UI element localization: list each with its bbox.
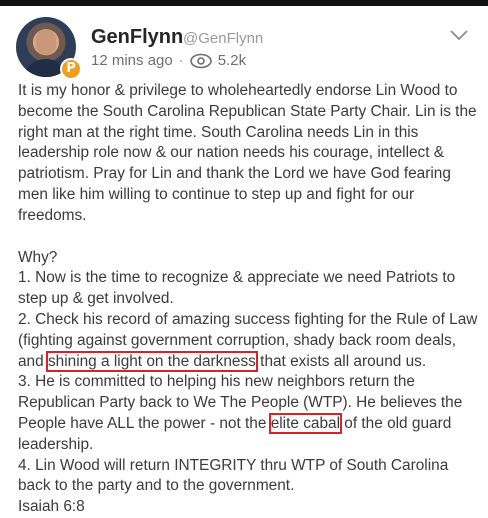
chevron-down-icon[interactable] — [449, 28, 469, 42]
point-3: 3. He is committed to helping his new ne… — [18, 372, 484, 455]
point-4: 4. Lin Wood will return INTEGRITY thru W… — [18, 456, 449, 495]
author-name[interactable]: GenFlynn — [91, 26, 183, 49]
post-paragraph: It is my honor & privilege to wholeheart… — [18, 82, 477, 224]
avatar-face — [36, 29, 56, 55]
view-count: 5.2k — [217, 52, 247, 69]
platform-badge-icon: P — [60, 58, 82, 80]
post-body: It is my honor & privilege to wholeheart… — [18, 81, 484, 518]
highlighted-phrase: elite cabal — [268, 412, 343, 434]
author-handle[interactable]: @GenFlynn — [183, 30, 263, 47]
point-2: 2. Check his record of amazing success f… — [18, 310, 484, 372]
why-heading: Why? — [18, 248, 58, 266]
highlighted-phrase: shining a light on the darkness — [45, 350, 258, 372]
post-meta: 12 mins ago · 5.2k — [91, 52, 246, 69]
post-time[interactable]: 12 mins ago — [91, 52, 173, 69]
scripture-reference: Isaiah 6:8 — [18, 498, 85, 516]
point-2-text-end: that exists all around us. — [255, 352, 427, 370]
point-1: 1. Now is the time to recognize & apprec… — [18, 269, 456, 308]
top-status-bar — [0, 0, 488, 6]
meta-separator: · — [178, 52, 184, 69]
eye-icon — [189, 53, 212, 69]
